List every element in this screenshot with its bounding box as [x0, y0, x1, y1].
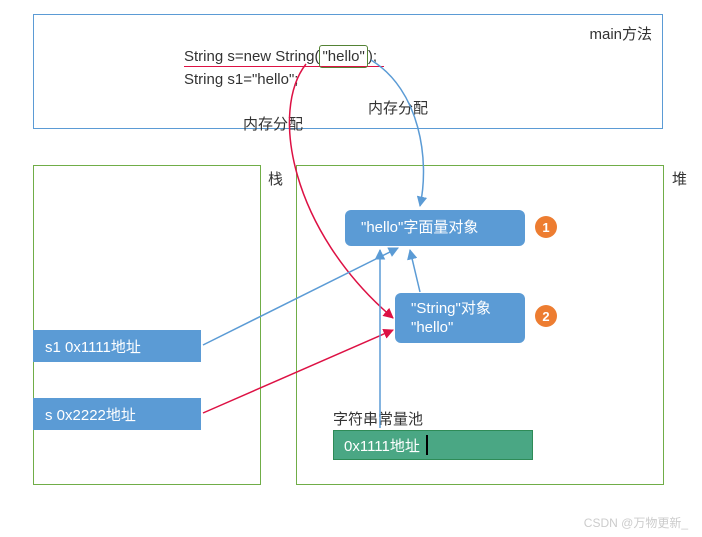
hello-arg-box: "hello" — [319, 45, 367, 68]
stack-box — [33, 165, 261, 485]
heap-string-l1: "String"对象 — [411, 299, 509, 319]
pool-entry-text: 0x1111地址 — [344, 435, 420, 456]
stack-label: 栈 — [268, 168, 283, 189]
heap-literal-object: "hello"字面量对象 — [345, 210, 525, 246]
alloc-label-left: 内存分配 — [243, 113, 303, 134]
pool-label: 字符串常量池 — [333, 408, 423, 429]
code-line-2: String s1="hello"; — [184, 69, 384, 90]
stack-item-s: s 0x2222地址 — [33, 398, 201, 430]
heap-string-l2: "hello" — [411, 318, 509, 338]
main-method-box: main方法 String s=new String("hello"); Str… — [33, 14, 663, 129]
code-block: String s=new String("hello"); String s1=… — [184, 45, 384, 90]
watermark: CSDN @万物更新_ — [584, 514, 688, 531]
pool-cursor — [426, 435, 428, 455]
main-label: main方法 — [589, 23, 652, 44]
pool-entry: 0x1111地址 — [333, 430, 533, 460]
heap-literal-text: "hello"字面量对象 — [361, 218, 509, 238]
badge-1: 1 — [535, 216, 557, 238]
code-l1-suffix: ); — [368, 48, 377, 65]
code-line-1: String s=new String("hello"); — [184, 45, 384, 68]
badge-2: 2 — [535, 305, 557, 327]
alloc-label-right: 内存分配 — [368, 97, 428, 118]
heap-string-object: "String"对象 "hello" — [395, 293, 525, 343]
heap-label: 堆 — [672, 168, 687, 189]
code-l1-prefix: String s=new String( — [184, 48, 319, 65]
stack-item-s1: s1 0x1111地址 — [33, 330, 201, 362]
